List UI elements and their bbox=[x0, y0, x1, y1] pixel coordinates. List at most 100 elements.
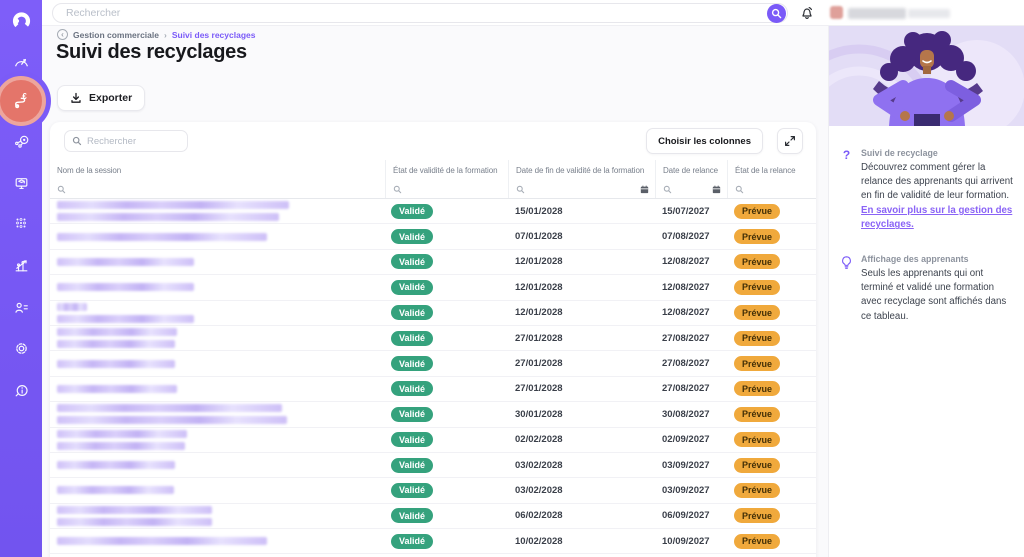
validity-cell: Validé bbox=[385, 482, 508, 498]
validity-cell: Validé bbox=[385, 305, 508, 321]
table-row[interactable]: Validé 27/01/2028 27/08/2027 Prévue bbox=[50, 326, 816, 352]
app-logo[interactable] bbox=[9, 9, 33, 33]
end-date-cell: 02/02/2028 bbox=[515, 434, 563, 446]
settings-icon bbox=[15, 342, 27, 354]
end-date-cell: 03/02/2028 bbox=[515, 484, 563, 496]
redacted-text-bar bbox=[57, 232, 267, 241]
user-name-redacted-2 bbox=[908, 9, 950, 18]
breadcrumb-parent[interactable]: Gestion commerciale bbox=[73, 30, 159, 40]
choose-columns-button[interactable]: Choisir les colonnes bbox=[646, 128, 763, 154]
relance-state-cell: Prévue bbox=[727, 533, 815, 549]
end-date-cell: 12/01/2028 bbox=[515, 307, 563, 319]
table-row[interactable]: Validé 03/02/2028 03/09/2027 Prévue bbox=[50, 478, 816, 504]
global-search bbox=[52, 3, 788, 23]
relance-state-badge: Prévue bbox=[734, 508, 781, 524]
end-date-cell: 27/01/2028 bbox=[515, 332, 563, 344]
redacted-text-bar bbox=[57, 213, 279, 222]
table-row[interactable]: Validé 03/02/2028 03/09/2027 Prévue bbox=[50, 453, 816, 479]
breadcrumb-back-icon[interactable]: ‹ bbox=[57, 29, 68, 40]
help-item-recyclage: ? Suivi de recyclage Découvrez comment g… bbox=[839, 148, 1014, 232]
help-link-recyclages[interactable]: En savoir plus sur la gestion des recycl… bbox=[861, 204, 1014, 232]
page-title: Suivi des recyclages bbox=[56, 41, 247, 63]
column-header-validity[interactable]: État de validité de la formation bbox=[385, 160, 508, 180]
export-button[interactable]: Exporter bbox=[57, 85, 146, 111]
table-row[interactable]: Validé 10/02/2028 10/09/2027 Prévue bbox=[50, 529, 816, 555]
relance-date-cell: 03/09/2027 bbox=[662, 459, 710, 471]
end-date-cell: 10/02/2028 bbox=[515, 535, 563, 547]
e-learning-icon bbox=[15, 177, 27, 189]
sidebar-item-learners[interactable] bbox=[0, 292, 42, 322]
filter-relance-state[interactable] bbox=[727, 180, 815, 198]
validity-cell: Validé bbox=[385, 203, 508, 219]
table-body: Validé 15/01/2028 15/07/2027 Prévue Validé 07… bbox=[50, 199, 816, 555]
sidebar-item-e-learning[interactable] bbox=[0, 167, 42, 197]
breadcrumb: ‹ Gestion commerciale › Suivi des recycl… bbox=[57, 29, 255, 40]
filter-end-date[interactable] bbox=[508, 180, 655, 198]
session-name-redacted bbox=[50, 384, 385, 393]
table-row[interactable]: Validé 02/02/2028 02/09/2027 Prévue bbox=[50, 428, 816, 453]
sidebar-item-modules[interactable] bbox=[0, 208, 42, 238]
user-avatar[interactable] bbox=[830, 6, 843, 19]
relance-state-badge: Prévue bbox=[734, 432, 781, 448]
validity-badge: Validé bbox=[391, 203, 434, 219]
help-item-title: Affichage des apprenants bbox=[861, 254, 969, 265]
sidebar-item-settings[interactable] bbox=[0, 333, 42, 363]
table-row[interactable]: Validé 15/01/2028 15/07/2027 Prévue bbox=[50, 199, 816, 225]
relance-state-cell: Prévue bbox=[727, 305, 815, 321]
validity-cell: Validé bbox=[385, 229, 508, 245]
table-row[interactable]: Validé 07/01/2028 07/08/2027 Prévue bbox=[50, 224, 816, 250]
relance-state-badge: Prévue bbox=[734, 330, 781, 346]
prospection-icon bbox=[14, 135, 28, 148]
sidebar-item-prospection[interactable] bbox=[0, 126, 42, 156]
table-row[interactable]: Validé 12/01/2028 12/08/2027 Prévue bbox=[50, 301, 816, 326]
learners-icon bbox=[14, 302, 28, 313]
table-row[interactable]: Validé 27/01/2028 27/08/2027 Prévue bbox=[50, 351, 816, 377]
relance-state-badge: Prévue bbox=[734, 381, 781, 397]
table-toolbar: Choisir les colonnes bbox=[50, 122, 816, 160]
session-name-redacted bbox=[50, 429, 385, 450]
redacted-text-bar bbox=[57, 302, 87, 311]
column-header-relance-date[interactable]: Date de relance bbox=[655, 160, 727, 180]
end-date-cell: 27/01/2028 bbox=[515, 358, 563, 370]
session-name-redacted bbox=[50, 257, 385, 266]
relance-state-badge: Prévue bbox=[734, 356, 781, 372]
redacted-text-bar bbox=[57, 328, 177, 337]
validity-cell: Validé bbox=[385, 508, 508, 524]
table-row[interactable]: Validé 30/01/2028 30/08/2027 Prévue bbox=[50, 402, 816, 428]
user-name-redacted bbox=[848, 8, 906, 19]
redacted-text-bar bbox=[57, 537, 267, 546]
validity-cell: Validé bbox=[385, 279, 508, 295]
column-header-relance-state[interactable]: État de la relance bbox=[727, 160, 815, 180]
notifications-bell[interactable] bbox=[799, 5, 815, 21]
column-header-end-date[interactable]: Date de fin de validité de la formation bbox=[508, 160, 655, 180]
filter-validity[interactable] bbox=[385, 180, 508, 198]
filter-relance-date[interactable] bbox=[655, 180, 727, 198]
help-icon bbox=[15, 384, 28, 396]
column-header-session[interactable]: Nom de la session bbox=[50, 160, 385, 180]
validity-badge: Validé bbox=[391, 254, 434, 270]
table-row[interactable]: Validé 06/02/2028 06/09/2027 Prévue bbox=[50, 504, 816, 530]
sidebar-item-statistics[interactable] bbox=[0, 250, 42, 280]
search-icon bbox=[771, 8, 782, 18]
redacted-text-bar bbox=[57, 384, 177, 393]
validity-badge: Validé bbox=[391, 356, 434, 372]
filter-session[interactable] bbox=[50, 180, 385, 198]
expand-table-button[interactable] bbox=[777, 128, 803, 154]
redacted-text-bar bbox=[57, 441, 185, 450]
recyclages-table-card: Choisir les colonnes Nom de la session É… bbox=[50, 122, 816, 557]
session-name-redacted bbox=[50, 359, 385, 368]
sidebar-item-help[interactable] bbox=[0, 375, 42, 405]
table-row[interactable]: Validé 27/01/2028 27/08/2027 Prévue bbox=[50, 377, 816, 403]
global-search-input[interactable] bbox=[53, 7, 767, 19]
modules-icon bbox=[16, 218, 26, 228]
dashboard-icon bbox=[14, 58, 28, 66]
table-search-input[interactable] bbox=[87, 135, 173, 147]
relance-date-cell: 27/08/2027 bbox=[662, 383, 710, 395]
table-row[interactable]: Validé 12/01/2028 12/08/2027 Prévue bbox=[50, 250, 816, 276]
redacted-text-bar bbox=[57, 517, 212, 526]
search-button[interactable] bbox=[767, 3, 786, 23]
validity-cell: Validé bbox=[385, 254, 508, 270]
redacted-text-bar bbox=[57, 283, 194, 292]
breadcrumb-current: Suivi des recyclages bbox=[171, 29, 256, 40]
table-row[interactable]: Validé 12/01/2028 12/08/2027 Prévue bbox=[50, 275, 816, 301]
